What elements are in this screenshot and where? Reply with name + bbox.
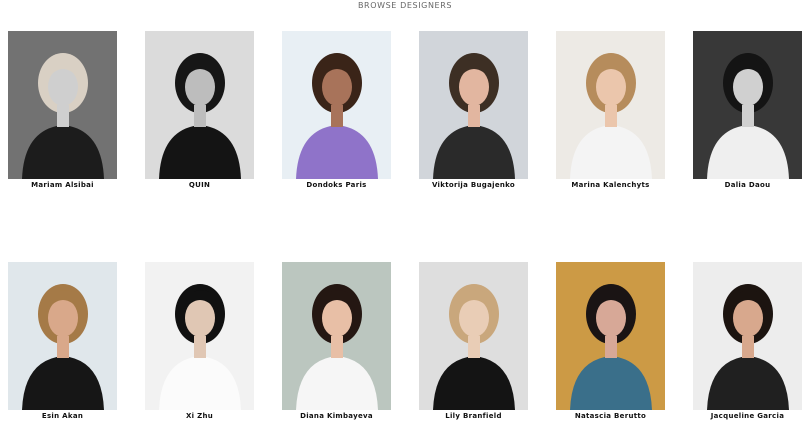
designer-photo[interactable] — [693, 262, 802, 410]
designer-name[interactable]: Esin Akan — [8, 412, 117, 420]
designer-name[interactable]: Viktorija Bugajenko — [419, 181, 528, 189]
designer-card[interactable]: Mariam Alsibai — [8, 31, 117, 189]
page-title: BROWSE DESIGNERS — [357, 1, 453, 10]
designer-photo[interactable] — [145, 262, 254, 410]
designer-photo[interactable] — [419, 31, 528, 179]
designer-photo[interactable] — [419, 262, 528, 410]
designer-name[interactable]: Dondoks Paris — [282, 181, 391, 189]
designer-card[interactable]: Jacqueline Garcia — [693, 262, 802, 420]
designer-name[interactable]: Diana Kimbayeva — [282, 412, 391, 420]
designer-name[interactable]: Jacqueline Garcia — [693, 412, 802, 420]
designer-name[interactable]: Marina Kalenchyts — [556, 181, 665, 189]
designer-name[interactable]: Mariam Alsibai — [8, 181, 117, 189]
designer-photo[interactable] — [282, 262, 391, 410]
designer-name[interactable]: Lily Branfield — [419, 412, 528, 420]
designer-card[interactable]: Esin Akan — [8, 262, 117, 420]
designer-card[interactable]: Xi Zhu — [145, 262, 254, 420]
designer-card[interactable]: Marina Kalenchyts — [556, 31, 665, 189]
designer-photo[interactable] — [556, 262, 665, 410]
designer-name[interactable]: Dalia Daou — [693, 181, 802, 189]
designer-card[interactable]: Dondoks Paris — [282, 31, 391, 189]
designer-photo[interactable] — [8, 31, 117, 179]
designer-photo[interactable] — [282, 31, 391, 179]
designer-photo[interactable] — [145, 31, 254, 179]
designer-photo[interactable] — [556, 31, 665, 179]
designer-card[interactable]: Diana Kimbayeva — [282, 262, 391, 420]
designer-card[interactable]: Dalia Daou — [693, 31, 802, 189]
designer-photo[interactable] — [693, 31, 802, 179]
designer-name[interactable]: Xi Zhu — [145, 412, 254, 420]
designer-card[interactable]: Viktorija Bugajenko — [419, 31, 528, 189]
designer-card[interactable]: QUIN — [145, 31, 254, 189]
designer-card[interactable]: Lily Branfield — [419, 262, 528, 420]
designer-name[interactable]: QUIN — [145, 181, 254, 189]
designer-photo[interactable] — [8, 262, 117, 410]
designer-name[interactable]: Natascia Berutto — [556, 412, 665, 420]
designer-card[interactable]: Natascia Berutto — [556, 262, 665, 420]
